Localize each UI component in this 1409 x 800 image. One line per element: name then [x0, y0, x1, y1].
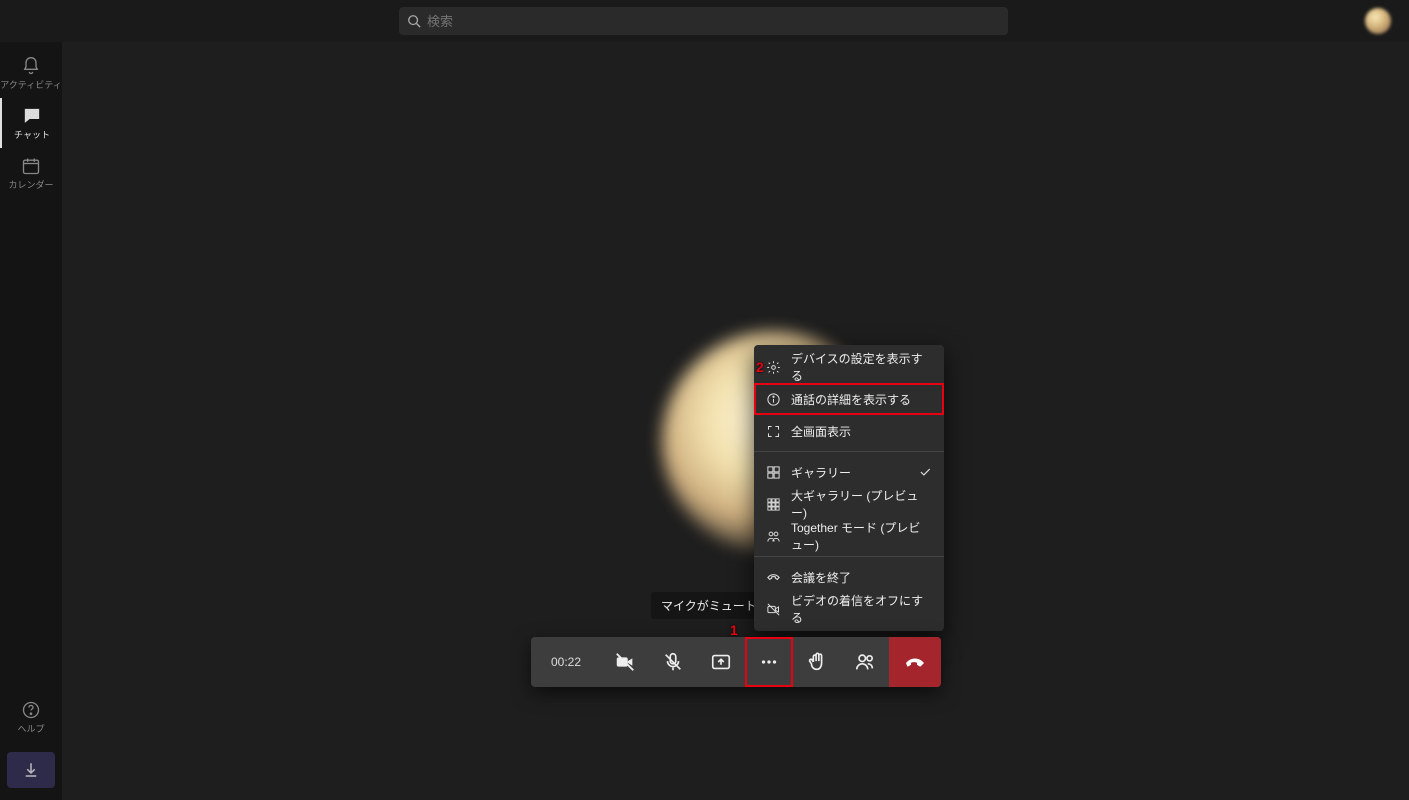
left-nav-rail: アクティビティ チャット カレンダー ヘルプ	[0, 42, 62, 800]
rail-item-help[interactable]: ヘルプ	[0, 692, 62, 742]
menu-item-end-meeting[interactable]: 会議を終了	[754, 561, 944, 593]
phone-hangup-icon	[903, 650, 927, 674]
menu-item-large-gallery[interactable]: 大ギャラリー (プレビュー)	[754, 488, 944, 520]
people-icon	[854, 651, 876, 673]
chat-icon	[22, 106, 42, 126]
download-icon	[22, 761, 40, 779]
mic-toggle-button[interactable]	[649, 637, 697, 687]
menu-label: デバイスの設定を表示する	[791, 350, 932, 384]
help-icon	[21, 700, 41, 720]
rail-label-activity: アクティビティ	[0, 78, 61, 91]
menu-separator	[754, 451, 944, 452]
camera-off-icon	[614, 651, 636, 673]
menu-item-gallery[interactable]: ギャラリー	[754, 456, 944, 488]
call-area: マイクがミュートにな デバイスの設定を表示する 通話の詳細を表示する 全画面表示…	[62, 42, 1409, 800]
menu-label: 会議を終了	[791, 569, 851, 586]
menu-label: ギャラリー	[791, 464, 851, 481]
more-actions-button[interactable]	[745, 637, 793, 687]
bell-icon	[21, 56, 41, 76]
menu-label: 大ギャラリー (プレビュー)	[791, 487, 932, 521]
window-controls[interactable]	[1333, 12, 1353, 32]
app-header	[0, 0, 1409, 42]
menu-item-fullscreen[interactable]: 全画面表示	[754, 415, 944, 447]
menu-item-incoming-video-off[interactable]: ビデオの着信をオフにする	[754, 593, 944, 625]
rail-item-activity[interactable]: アクティビティ	[0, 48, 62, 98]
rail-label-help: ヘルプ	[17, 722, 44, 735]
info-icon	[766, 392, 781, 407]
grid-icon	[766, 465, 781, 480]
video-off-icon	[766, 602, 781, 617]
more-actions-menu: デバイスの設定を表示する 通話の詳細を表示する 全画面表示 ギャラリー 大ギャラ…	[754, 345, 944, 631]
participants-button[interactable]	[841, 637, 889, 687]
rail-label-chat: チャット	[14, 128, 50, 141]
people-group-icon	[766, 529, 781, 544]
phone-end-icon	[766, 570, 781, 585]
share-screen-button[interactable]	[697, 637, 745, 687]
grid-large-icon	[766, 497, 781, 512]
download-button[interactable]	[7, 752, 55, 788]
call-timer: 00:22	[531, 655, 601, 669]
menu-label: 全画面表示	[791, 423, 851, 440]
annotation-number-1: 1	[730, 622, 738, 638]
rail-item-chat[interactable]: チャット	[0, 98, 62, 148]
call-control-bar: 00:22	[531, 637, 941, 687]
rail-item-calendar[interactable]: カレンダー	[0, 148, 62, 198]
menu-item-call-details[interactable]: 通話の詳細を表示する	[754, 383, 944, 415]
search-icon	[407, 14, 421, 28]
hand-icon	[806, 651, 828, 673]
menu-label: ビデオの着信をオフにする	[791, 592, 932, 626]
camera-toggle-button[interactable]	[601, 637, 649, 687]
share-icon	[710, 651, 732, 673]
user-avatar[interactable]	[1365, 8, 1391, 34]
gear-icon	[766, 360, 781, 375]
check-icon	[918, 465, 932, 479]
menu-label: 通話の詳細を表示する	[791, 391, 911, 408]
menu-label: Together モード (プレビュー)	[791, 519, 932, 553]
fullscreen-icon	[766, 424, 781, 439]
search-box[interactable]	[399, 7, 1008, 35]
mic-off-icon	[662, 651, 684, 673]
menu-separator	[754, 556, 944, 557]
annotation-number-2: 2	[756, 359, 764, 375]
rail-label-calendar: カレンダー	[8, 178, 53, 191]
search-input[interactable]	[427, 14, 1000, 29]
hangup-button[interactable]	[889, 637, 941, 687]
menu-item-together[interactable]: Together モード (プレビュー)	[754, 520, 944, 552]
more-icon	[758, 651, 780, 673]
raise-hand-button[interactable]	[793, 637, 841, 687]
menu-item-device-settings[interactable]: デバイスの設定を表示する	[754, 351, 944, 383]
calendar-icon	[21, 156, 41, 176]
